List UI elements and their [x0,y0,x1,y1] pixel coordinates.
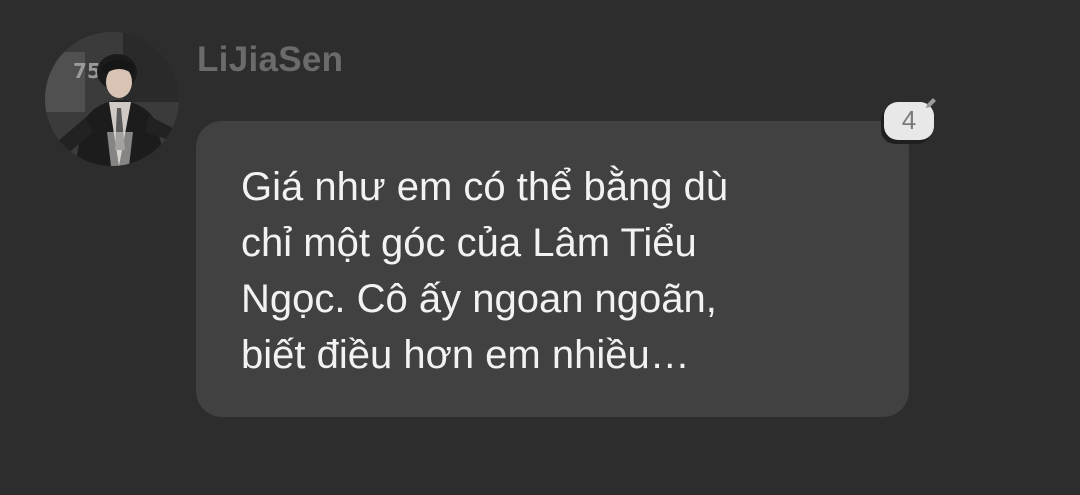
reaction-badge[interactable]: 4 [884,98,936,140]
message-bubble[interactable]: Giá như em có thể bằng dù chỉ một góc củ… [196,121,909,417]
avatar-photo-icon: 75 [45,32,179,166]
svg-text:75: 75 [73,59,101,83]
message-line: chỉ một góc của Lâm Tiểu [241,221,697,265]
sender-name: LiJiaSen [197,40,344,79]
message-line: biết điều hơn em nhiều… [241,333,690,377]
chat-screen: 75 LiJiaSen Giá như em có thể bằng dù ch… [0,0,1080,495]
sender-avatar[interactable]: 75 [45,32,179,166]
pencil-icon [926,98,936,108]
message-text: Giá như em có thể bằng dù chỉ một góc củ… [241,159,881,383]
message-line: Giá như em có thể bằng dù [241,165,729,209]
message-line: Ngọc. Cô ấy ngoan ngoãn, [241,277,717,321]
